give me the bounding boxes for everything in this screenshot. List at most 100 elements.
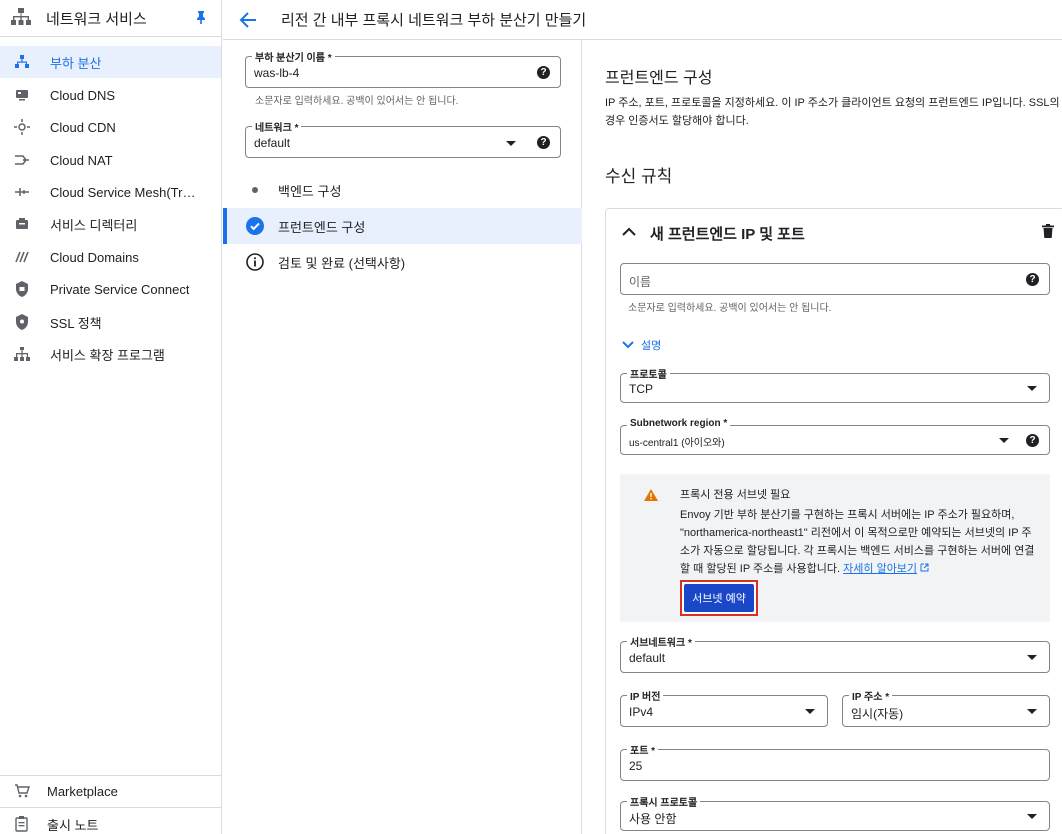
page-title: 리전 간 내부 프록시 네트워크 부하 분산기 만들기: [281, 12, 587, 29]
service-mesh-icon: [14, 184, 30, 200]
service-extensions-icon: [14, 346, 30, 362]
ip-address-select[interactable]: IP 주소 * 임시(자동): [842, 688, 1050, 727]
sidebar-item-label: Cloud DNS: [50, 87, 116, 103]
lb-name-label: 부하 분산기 이름 *: [252, 49, 335, 64]
ip-address-label: IP 주소 *: [849, 688, 893, 703]
sidebar-item-label: Marketplace: [47, 783, 118, 799]
lb-name-field[interactable]: 부하 분산기 이름 * was-lb-4 ?: [245, 49, 561, 88]
sidebar-item-ssl-policy[interactable]: SSL 정책: [0, 306, 221, 338]
sidebar-header: 네트워크 서비스: [0, 0, 221, 36]
sidebar-item-cloud-nat[interactable]: Cloud NAT: [0, 144, 221, 176]
sidebar-item-label: Private Service Connect: [50, 281, 190, 297]
help-icon[interactable]: ?: [537, 66, 550, 79]
rules-title: 수신 규칙: [605, 167, 673, 186]
network-value: default: [254, 136, 291, 150]
ssl-policy-icon: [14, 314, 30, 330]
proxy-protocol-select[interactable]: 프록시 프로토콜 사용 안함: [620, 794, 1050, 831]
sidebar-item-cloud-cdn[interactable]: Cloud CDN: [0, 111, 221, 143]
port-input[interactable]: 포트 * 25: [620, 742, 1050, 781]
help-icon[interactable]: ?: [537, 136, 550, 149]
lb-name-hint: 소문자로 입력하세요. 공백이 있어서는 안 됩니다.: [255, 96, 459, 107]
dns-icon: [14, 87, 30, 103]
chevron-down-icon: [622, 341, 634, 349]
subnetwork-value: default: [629, 651, 666, 665]
frontend-name-hint: 소문자로 입력하세요. 공백이 있어서는 안 됩니다.: [628, 303, 832, 314]
subnetwork-label: 서브네트워크 *: [627, 634, 695, 649]
subnetwork-select[interactable]: 서브네트워크 * default: [620, 634, 1050, 673]
chevron-down-icon: [1027, 709, 1037, 714]
reserve-subnet-button[interactable]: 서브넷 예약: [680, 580, 758, 616]
check-circle-icon: [246, 217, 264, 235]
chevron-down-icon: [999, 438, 1009, 443]
page-header: 리전 간 내부 프록시 네트워크 부하 분산기 만들기: [223, 0, 1062, 40]
description-toggle[interactable]: 설명: [622, 337, 661, 353]
step-review[interactable]: 검토 및 완료 (선택사항): [223, 244, 582, 280]
subnet-region-label: Subnetwork region *: [627, 418, 731, 429]
network-services-icon: [10, 7, 32, 30]
frontend-name-input[interactable]: 이름 ?: [620, 263, 1050, 295]
ip-version-value: IPv4: [629, 705, 654, 719]
network-label: 네트워크 *: [252, 119, 302, 134]
protocol-value: TCP: [629, 382, 653, 396]
frontend-ip-card: 새 프런트엔드 IP 및 포트 이름 ? 소문자로 입력하세요. 공백이 있어서…: [605, 208, 1062, 834]
sidebar-item-label: Cloud Domains: [50, 249, 139, 265]
chevron-down-icon: [1027, 655, 1037, 660]
chevron-down-icon: [805, 709, 815, 714]
frontend-title: 프런트엔드 구성: [605, 70, 713, 87]
sidebar-item-marketplace[interactable]: Marketplace: [0, 775, 221, 807]
warning-title: 프록시 전용 서브넷 필요: [680, 489, 791, 501]
step-backend[interactable]: 백엔드 구성: [223, 172, 582, 208]
sidebar-item-service-directory[interactable]: 서비스 디렉터리: [0, 208, 221, 240]
step-label: 검토 및 완료 (선택사항): [278, 255, 406, 271]
pin-icon[interactable]: [195, 10, 207, 27]
frontend-config-panel: 프런트엔드 구성 IP 주소, 포트, 프로토콜을 지정하세요. 이 IP 주소…: [583, 40, 1062, 834]
sidebar-item-private-service-connect[interactable]: Private Service Connect: [0, 273, 221, 305]
marketplace-icon: [14, 783, 30, 799]
step-label: 프런트엔드 구성: [278, 219, 366, 235]
proxy-subnet-warning: 프록시 전용 서브넷 필요 Envoy 기반 부하 분산기를 구현하는 프록시 …: [620, 474, 1050, 622]
subnet-region-select[interactable]: Subnetwork region * us-central1 (아이오와) ?: [620, 418, 1050, 455]
chevron-down-icon: [1027, 814, 1037, 819]
subnet-region-value: us-central1 (아이오와): [629, 438, 725, 449]
chevron-down-icon: [506, 141, 516, 146]
nat-icon: [14, 152, 30, 168]
port-value: 25: [629, 759, 643, 773]
chevron-down-icon: [1027, 386, 1037, 391]
sidebar-item-load-balancing[interactable]: 부하 분산: [0, 46, 221, 78]
create-form-panel: 부하 분산기 이름 * was-lb-4 ? 소문자로 입력하세요. 공백이 있…: [223, 40, 582, 834]
chevron-up-icon[interactable]: [622, 225, 636, 240]
sidebar-item-label: Cloud CDN: [50, 119, 116, 135]
sidebar-item-label: 서비스 확장 프로그램: [50, 347, 165, 363]
step-label: 백엔드 구성: [278, 183, 342, 199]
sidebar-item-cloud-service-mesh[interactable]: Cloud Service Mesh(Traffic Director): [0, 176, 221, 208]
external-link-icon: [920, 563, 929, 575]
private-service-connect-icon: [14, 281, 30, 297]
sidebar-item-cloud-dns[interactable]: Cloud DNS: [0, 79, 221, 111]
sidebar-item-cloud-domains[interactable]: Cloud Domains: [0, 241, 221, 273]
protocol-label: 프로토콜: [627, 366, 670, 381]
ip-version-label: IP 버전: [627, 688, 664, 703]
lb-name-value: was-lb-4: [254, 66, 300, 80]
back-arrow-icon[interactable]: [239, 10, 259, 30]
sidebar-item-release-notes[interactable]: 출시 노트: [0, 808, 221, 834]
card-title: 새 프런트엔드 IP 및 포트: [650, 226, 805, 243]
sidebar-item-label: 출시 노트: [47, 817, 99, 833]
sidebar-item-label: 서비스 디렉터리: [50, 217, 138, 233]
ip-version-select[interactable]: IP 버전 IPv4: [620, 688, 828, 727]
sidebar-item-label: Cloud Service Mesh(Traffic Director): [50, 184, 200, 200]
learn-more-link[interactable]: 자세히 알아보기: [843, 563, 917, 575]
sidebar-item-label: SSL 정책: [50, 315, 102, 331]
network-select[interactable]: 네트워크 * default ?: [245, 119, 561, 158]
port-label: 포트 *: [627, 742, 659, 757]
help-icon[interactable]: ?: [1026, 273, 1039, 286]
protocol-select[interactable]: 프로토콜 TCP: [620, 366, 1050, 403]
frontend-description: IP 주소, 포트, 프로토콜을 지정하세요. 이 IP 주소가 클라이언트 요…: [605, 97, 1060, 127]
load-balancer-icon: [14, 54, 30, 70]
help-icon[interactable]: ?: [1026, 434, 1039, 447]
sidebar: 네트워크 서비스 부하 분산 Cloud DNS Cloud CDN Cloud…: [0, 0, 222, 834]
sidebar-item-service-extensions[interactable]: 서비스 확장 프로그램: [0, 338, 221, 370]
delete-icon[interactable]: [1042, 224, 1054, 241]
info-icon: [246, 253, 264, 271]
proxy-protocol-label: 프록시 프로토콜: [627, 794, 701, 809]
step-frontend[interactable]: 프런트엔드 구성: [223, 208, 582, 244]
